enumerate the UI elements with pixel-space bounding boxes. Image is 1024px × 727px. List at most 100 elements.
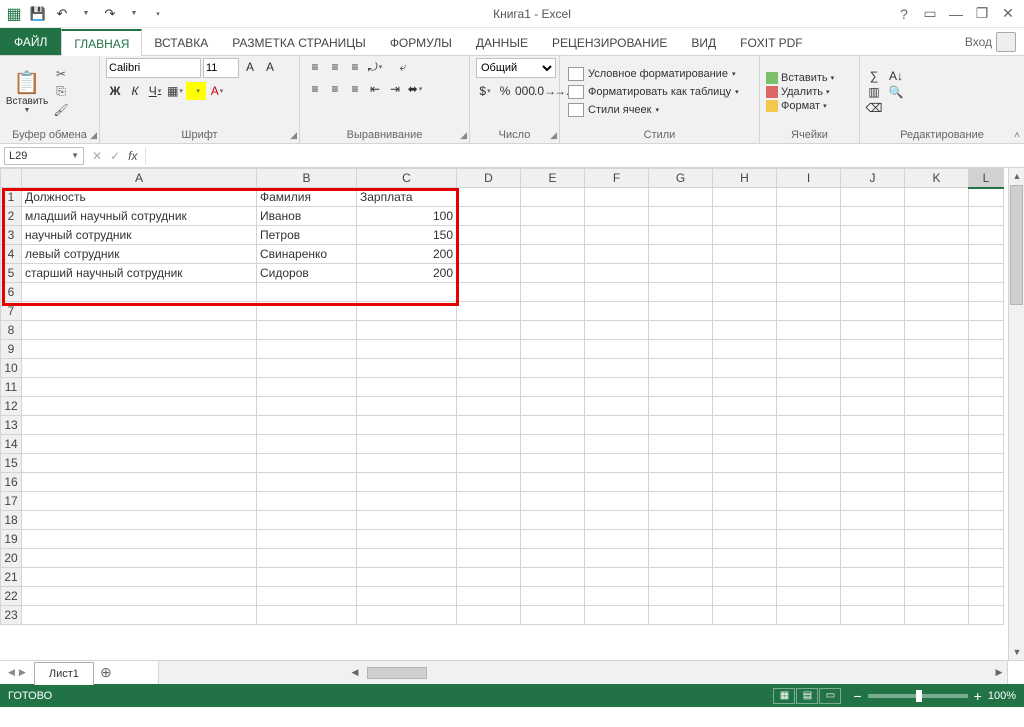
page-layout-view-icon[interactable]: ▤ (796, 688, 818, 704)
cell[interactable] (969, 264, 1004, 283)
cell[interactable] (777, 473, 841, 492)
merge-center-icon[interactable]: ⬌ (406, 80, 424, 98)
cell[interactable]: старший научный сотрудник (22, 264, 257, 283)
scroll-right-icon[interactable]: ▶ (991, 667, 1007, 678)
cell[interactable] (457, 378, 521, 397)
cell[interactable] (905, 454, 969, 473)
cell[interactable] (905, 321, 969, 340)
cell[interactable] (905, 397, 969, 416)
cell[interactable] (969, 492, 1004, 511)
cell[interactable] (905, 302, 969, 321)
cell[interactable] (22, 359, 257, 378)
sign-in-button[interactable]: Вход (957, 28, 1024, 55)
cell[interactable] (22, 302, 257, 321)
cell[interactable] (521, 264, 585, 283)
cell[interactable] (585, 226, 649, 245)
cell[interactable] (905, 245, 969, 264)
cell[interactable] (649, 397, 713, 416)
tab-вставка[interactable]: ВСТАВКА (142, 28, 220, 55)
row-header[interactable]: 2 (1, 207, 22, 226)
cell[interactable] (585, 416, 649, 435)
cell[interactable] (357, 378, 457, 397)
name-box[interactable]: L29▼ (4, 147, 84, 165)
cell[interactable] (22, 397, 257, 416)
cell[interactable] (841, 454, 905, 473)
cell[interactable] (649, 568, 713, 587)
row-header[interactable]: 17 (1, 492, 22, 511)
cell[interactable] (22, 511, 257, 530)
cell[interactable] (357, 454, 457, 473)
undo-more-icon[interactable]: ▼ (76, 4, 96, 24)
cell[interactable] (905, 416, 969, 435)
cell[interactable] (257, 511, 357, 530)
cell[interactable] (585, 378, 649, 397)
cell[interactable] (649, 435, 713, 454)
column-header[interactable]: A (22, 169, 257, 188)
cell[interactable] (777, 283, 841, 302)
cell[interactable] (969, 549, 1004, 568)
cell[interactable] (457, 207, 521, 226)
cell[interactable] (521, 245, 585, 264)
row-header[interactable]: 21 (1, 568, 22, 587)
cell[interactable] (521, 397, 585, 416)
increase-decimal-icon[interactable]: .0→ (536, 82, 554, 100)
cell[interactable] (585, 283, 649, 302)
tab-scroll-right-icon[interactable]: ▶ (19, 667, 26, 678)
orientation-icon[interactable]: ⤾ (366, 58, 384, 76)
cell[interactable] (969, 416, 1004, 435)
cell[interactable] (257, 606, 357, 625)
cell[interactable] (521, 473, 585, 492)
cell[interactable] (457, 568, 521, 587)
cell[interactable] (521, 454, 585, 473)
number-format-select[interactable]: Общий (476, 58, 556, 78)
cell[interactable]: 100 (357, 207, 457, 226)
cell[interactable] (257, 530, 357, 549)
cell[interactable] (521, 226, 585, 245)
cell[interactable] (777, 454, 841, 473)
cell[interactable] (257, 378, 357, 397)
cell[interactable] (357, 606, 457, 625)
cell[interactable] (905, 473, 969, 492)
cell[interactable] (969, 454, 1004, 473)
cell[interactable] (22, 473, 257, 492)
cell[interactable] (969, 283, 1004, 302)
conditional-formatting-button[interactable]: Условное форматирование▾ (566, 66, 741, 82)
column-header[interactable]: B (257, 169, 357, 188)
font-launcher-icon[interactable]: ◢ (290, 130, 297, 141)
cell[interactable] (649, 473, 713, 492)
cell[interactable] (841, 226, 905, 245)
row-header[interactable]: 10 (1, 359, 22, 378)
row-header[interactable]: 15 (1, 454, 22, 473)
add-sheet-button[interactable]: ⊕ (94, 661, 118, 684)
cell[interactable] (585, 511, 649, 530)
cell[interactable] (585, 397, 649, 416)
fill-color-button[interactable] (186, 82, 206, 100)
cell[interactable] (649, 264, 713, 283)
cell[interactable] (22, 378, 257, 397)
column-header[interactable]: H (713, 169, 777, 188)
cell[interactable] (969, 606, 1004, 625)
cell[interactable] (585, 606, 649, 625)
cell[interactable] (257, 454, 357, 473)
cell[interactable] (521, 530, 585, 549)
cell[interactable] (713, 226, 777, 245)
cell[interactable] (521, 606, 585, 625)
cell[interactable] (457, 587, 521, 606)
underline-button[interactable]: Ч (146, 82, 164, 100)
cell[interactable] (357, 397, 457, 416)
cell[interactable] (713, 511, 777, 530)
cell[interactable] (22, 340, 257, 359)
cell[interactable] (22, 416, 257, 435)
tab-данные[interactable]: ДАННЫЕ (464, 28, 540, 55)
increase-indent-icon[interactable]: ⇥ (386, 80, 404, 98)
font-size-input[interactable] (203, 58, 239, 78)
name-box-dropdown-icon[interactable]: ▼ (71, 151, 79, 160)
cell[interactable] (357, 302, 457, 321)
cell[interactable] (777, 340, 841, 359)
cell[interactable] (521, 416, 585, 435)
cell[interactable] (905, 340, 969, 359)
column-header[interactable]: I (777, 169, 841, 188)
row-header[interactable]: 16 (1, 473, 22, 492)
cell[interactable] (457, 606, 521, 625)
cell[interactable] (585, 245, 649, 264)
